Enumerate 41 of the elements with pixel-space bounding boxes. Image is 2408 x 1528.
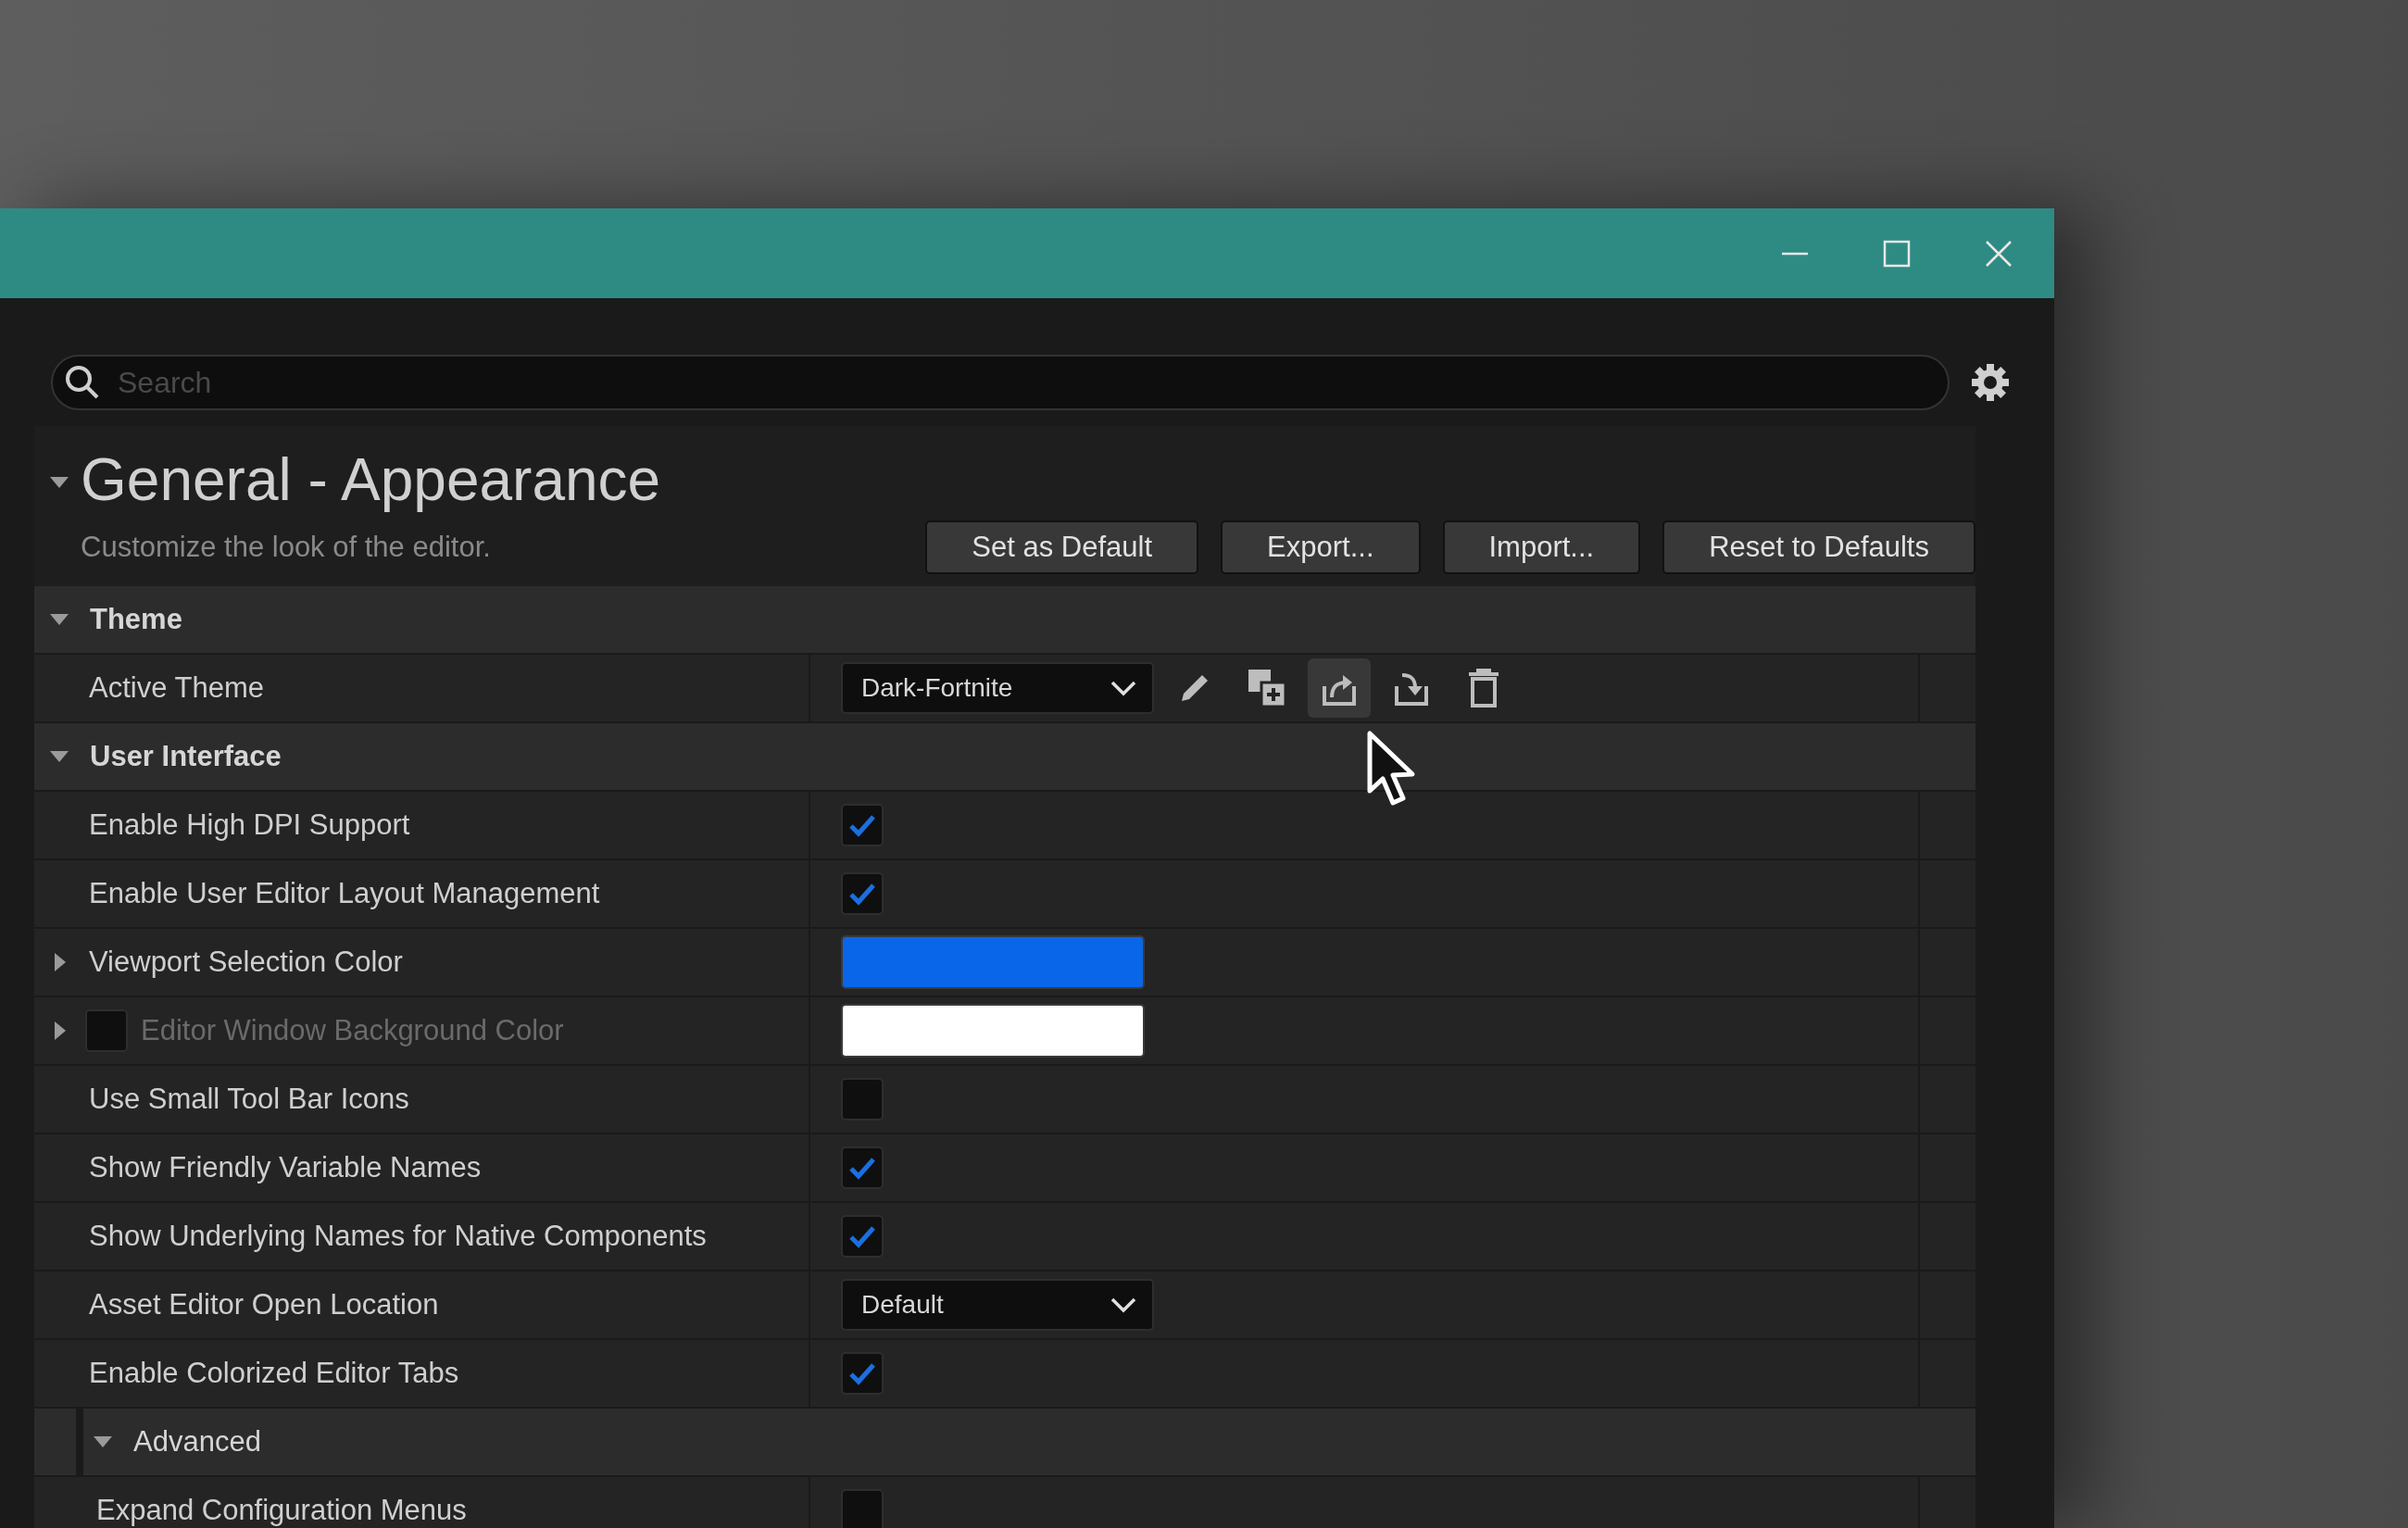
search-field[interactable]: Search [51, 355, 1950, 410]
setting-label: Asset Editor Open Location [89, 1286, 439, 1322]
action-button[interactable]: Reset to Defaults [1662, 520, 1975, 574]
setting-label: Active Theme [89, 670, 264, 706]
duplicate-icon [1247, 668, 1287, 708]
dropdown[interactable]: Default [841, 1279, 1154, 1331]
setting-label: Expand Configuration Menus [96, 1492, 467, 1528]
setting-label: Enable High DPI Support [89, 807, 410, 843]
checkbox[interactable] [841, 872, 884, 915]
setting-label: Editor Window Background Color [141, 1012, 564, 1048]
checkmark-icon [848, 813, 876, 837]
dropdown[interactable]: Dark-Fortnite [841, 662, 1154, 714]
toolbar-button[interactable] [1308, 658, 1371, 718]
action-button[interactable]: Export... [1221, 520, 1421, 574]
action-button[interactable]: Set as Default [925, 520, 1199, 574]
checkbox[interactable] [841, 1489, 884, 1528]
setting-label: Viewport Selection Color [89, 944, 403, 980]
settings-icon[interactable] [1970, 362, 2011, 403]
checkmark-icon [848, 1156, 876, 1180]
setting-label: Enable Colorized Editor Tabs [89, 1355, 459, 1391]
checkbox[interactable] [841, 1352, 884, 1395]
action-button[interactable]: Import... [1442, 520, 1641, 574]
setting-label: Use Small Tool Bar Icons [89, 1081, 409, 1117]
checkbox[interactable] [841, 804, 884, 846]
section-header[interactable]: Theme [34, 586, 1975, 655]
setting-label: Enable User Editor Layout Management [89, 875, 600, 911]
section-header[interactable]: Advanced [34, 1409, 1975, 1477]
section-header[interactable]: User Interface [34, 723, 1975, 792]
checkbox[interactable] [841, 1078, 884, 1121]
color-swatch[interactable] [841, 935, 1145, 989]
checkmark-icon [848, 882, 876, 906]
chevron-down-icon [1110, 1296, 1137, 1314]
checkmark-icon [848, 1361, 876, 1385]
chevron-down-icon [1110, 679, 1137, 697]
setting-label: Show Underlying Names for Native Components [89, 1218, 707, 1254]
checkbox[interactable] [841, 1215, 884, 1258]
page-title: General - Appearance [81, 445, 661, 515]
checkbox[interactable] [841, 1146, 884, 1189]
checkmark-icon [848, 1224, 876, 1248]
page-description: Customize the look of the editor. [81, 530, 492, 565]
setting-label: Show Friendly Variable Names [89, 1149, 482, 1185]
